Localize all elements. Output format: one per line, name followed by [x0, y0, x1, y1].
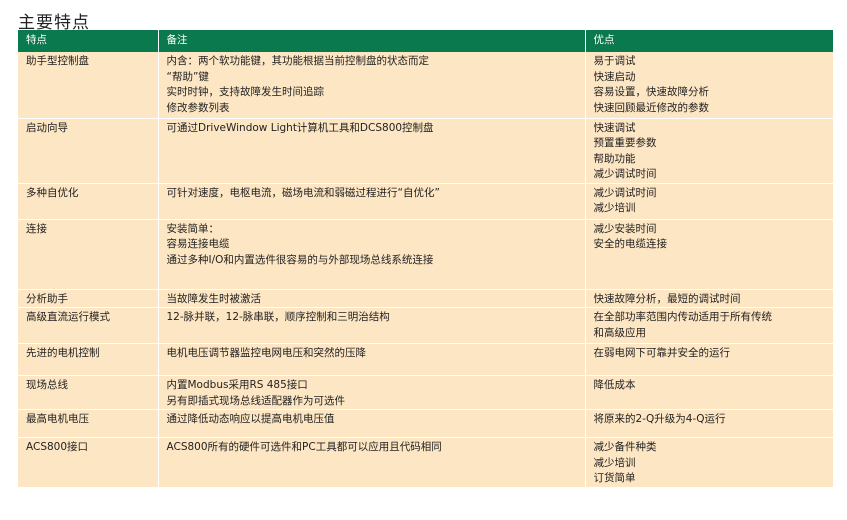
table-row: 分析助手 当故障发生时被激活 快速故障分析，最短的调试时间	[18, 289, 833, 308]
notes-cell: 12-脉并联，12-脉串联，顺序控制和三明治结构	[158, 307, 586, 344]
feature-cell: 分析助手	[18, 289, 159, 308]
benefit-line: 在弱电网下可靠并安全的运行	[593, 347, 731, 359]
notes-cell: 可针对速度，电枢电流，磁场电流和弱磁过程进行“自优化”	[158, 183, 586, 220]
benefit-line: 预置重要参数	[593, 137, 657, 149]
benefit-line: 将原来的2-Q升级为4-Q运行	[593, 413, 726, 425]
benefit-line: 减少备件种类	[593, 441, 657, 453]
feature-label: 先进的电机控制	[26, 347, 100, 359]
note-line: 修改参数列表	[166, 101, 230, 114]
feature-cell: 高级直流运行模式	[18, 307, 159, 344]
header-feature: 特点	[18, 30, 159, 52]
feature-label: 高级直流运行模式	[26, 311, 110, 323]
benefit-line: 快速调试	[593, 121, 636, 134]
table-row: 连接 安装简单： 容易连接电缆通过多种I/O和内置选件很容易的与外部现场总线系统连接…	[18, 219, 833, 290]
features-table: 特点 备注 优点 助手型控制盘 内含：两个软功能键，其功能根据当前控制盘的状态而定…	[18, 30, 833, 488]
note-line: 容易连接电缆	[166, 238, 230, 250]
note-line: “帮助”键	[166, 70, 209, 83]
feature-label: 连接	[26, 222, 47, 235]
benefits-cell: 减少调试时间 减少培训	[585, 183, 833, 220]
notes-cell: 内置Modbus采用RS 485接口另有即插式现场总线适配器作为可选件	[158, 375, 586, 410]
benefits-cell: 在弱电网下可靠并安全的运行	[585, 343, 833, 376]
feature-cell: 连接	[18, 219, 159, 290]
benefit-line: 降低成本	[593, 379, 636, 391]
table-row: 先进的电机控制 电机电压调节器监控电网电压和突然的压降 在弱电网下可靠并安全的运行	[18, 343, 833, 376]
feature-cell: 现场总线	[18, 375, 159, 410]
note-line: 电机电压调节器监控电网电压和突然的压降	[166, 347, 367, 359]
table-header-row: 特点 备注 优点	[18, 30, 833, 52]
note-line: 可通过DriveWindow Light计算机工具和DCS800控制盘	[166, 121, 434, 134]
benefit-line: 订货简单	[593, 472, 636, 484]
feature-cell: 先进的电机控制	[18, 343, 159, 376]
feature-cell: 助手型控制盘	[18, 52, 159, 119]
benefits-cell: 减少安装时间 安全的电缆连接	[585, 219, 833, 290]
benefit-line: 和高级应用	[593, 326, 647, 339]
benefit-line: 在全部功率范围内传动适用于所有传统	[593, 311, 773, 323]
benefits-cell: 在全部功率范围内传动适用于所有传统 和高级应用	[585, 307, 833, 344]
notes-cell: 当故障发生时被激活	[158, 289, 586, 308]
benefit-line: 快速启动	[593, 70, 636, 83]
note-line: 内含：两个软功能键，其功能根据当前控制盘的状态而定	[166, 55, 430, 67]
table-row: 多种自优化 可针对速度，电枢电流，磁场电流和弱磁过程进行“自优化” 减少调试时间 减少…	[18, 183, 833, 220]
note-line: 12-脉并联，12-脉串联，顺序控制和三明治结构	[166, 311, 390, 323]
benefits-cell: 易于调试快速启动容易设置，快速故障分析 快速回顾最近修改的参数	[585, 52, 833, 119]
feature-cell: 多种自优化	[18, 183, 159, 220]
benefit-line: 帮助功能	[593, 152, 636, 165]
table-row: 现场总线 内置Modbus采用RS 485接口 另有即插式现场总线适配器作为可选件降…	[18, 375, 833, 410]
note-line: 实时时钟，支持故障发生时间追踪	[166, 86, 325, 98]
feature-label: 现场总线	[26, 379, 68, 391]
benefits-cell: 降低成本	[585, 375, 833, 410]
benefit-line: 容易设置，快速故障分析	[593, 86, 710, 98]
notes-cell: 内含：两个软功能键，其功能根据当前控制盘的状态而定 “帮助”键实时时钟，支持故障发…	[158, 52, 586, 119]
feature-label: 助手型控制盘	[26, 55, 89, 67]
feature-label: 启动向导	[26, 121, 68, 134]
benefit-line: 减少培训	[593, 202, 636, 214]
feature-cell: ACS800接口	[18, 437, 159, 488]
table-row: 启动向导 可通过DriveWindow Light计算机工具和DCS800控制盘 快…	[18, 118, 833, 184]
header-notes: 备注	[158, 30, 586, 52]
feature-cell: 最高电机电压	[18, 409, 159, 438]
header-benefits: 优点	[585, 30, 833, 52]
benefit-line: 快速回顾最近修改的参数	[593, 101, 710, 114]
benefit-line: 安全的电缆连接	[593, 238, 668, 250]
note-line: 内置Modbus采用RS 485接口	[166, 379, 308, 391]
benefit-line: 减少调试时间	[593, 186, 657, 199]
note-line: ACS800所有的硬件可选件和PC工具都可以应用且代码相同	[166, 441, 442, 453]
benefits-cell: 快速调试预置重要参数 帮助功能减少调试时间	[585, 118, 833, 184]
note-line: 可针对速度，电枢电流，磁场电流和弱磁过程进行“自优化”	[166, 186, 440, 199]
benefits-cell: 减少备件种类 减少培训订货简单	[585, 437, 833, 488]
feature-label: 多种自优化	[26, 186, 79, 199]
note-line: 当故障发生时被激活	[166, 292, 262, 305]
feature-label: 最高电机电压	[26, 413, 89, 425]
benefit-line: 减少培训	[593, 456, 636, 469]
notes-cell: 电机电压调节器监控电网电压和突然的压降	[158, 343, 586, 376]
benefit-line: 易于调试	[593, 55, 636, 67]
table-row: 高级直流运行模式 12-脉并联，12-脉串联，顺序控制和三明治结构 在全部功率范围内…	[18, 307, 833, 344]
benefit-line: 快速故障分析，最短的调试时间	[593, 292, 741, 305]
notes-cell: 可通过DriveWindow Light计算机工具和DCS800控制盘	[158, 118, 586, 184]
benefits-cell: 将原来的2-Q升级为4-Q运行	[585, 409, 833, 438]
note-line: 通过多种I/O和内置选件很容易的与外部现场总线系统连接	[166, 253, 434, 266]
notes-cell: 安装简单： 容易连接电缆通过多种I/O和内置选件很容易的与外部现场总线系统连接	[158, 219, 586, 290]
feature-cell: 启动向导	[18, 118, 159, 184]
benefits-cell: 快速故障分析，最短的调试时间	[585, 289, 833, 308]
note-line: 通过降低动态响应以提高电机电压值	[166, 413, 335, 425]
table-row: 助手型控制盘 内含：两个软功能键，其功能根据当前控制盘的状态而定 “帮助”键实时时钟…	[18, 52, 833, 119]
table-row: ACS800接口 ACS800所有的硬件可选件和PC工具都可以应用且代码相同 减少备…	[18, 437, 833, 488]
feature-label: 分析助手	[26, 292, 68, 305]
note-line: 安装简单：	[166, 222, 220, 235]
table-body: 助手型控制盘 内含：两个软功能键，其功能根据当前控制盘的状态而定 “帮助”键实时时钟…	[18, 52, 833, 488]
table-row: 最高电机电压 通过降低动态响应以提高电机电压值 将原来的2-Q升级为4-Q运行	[18, 409, 833, 438]
benefit-line: 减少安装时间	[593, 222, 657, 235]
notes-cell: ACS800所有的硬件可选件和PC工具都可以应用且代码相同	[158, 437, 586, 488]
feature-label: ACS800接口	[26, 441, 89, 453]
benefit-line: 减少调试时间	[593, 168, 657, 180]
notes-cell: 通过降低动态响应以提高电机电压值	[158, 409, 586, 438]
note-line: 另有即插式现场总线适配器作为可选件	[166, 394, 346, 407]
